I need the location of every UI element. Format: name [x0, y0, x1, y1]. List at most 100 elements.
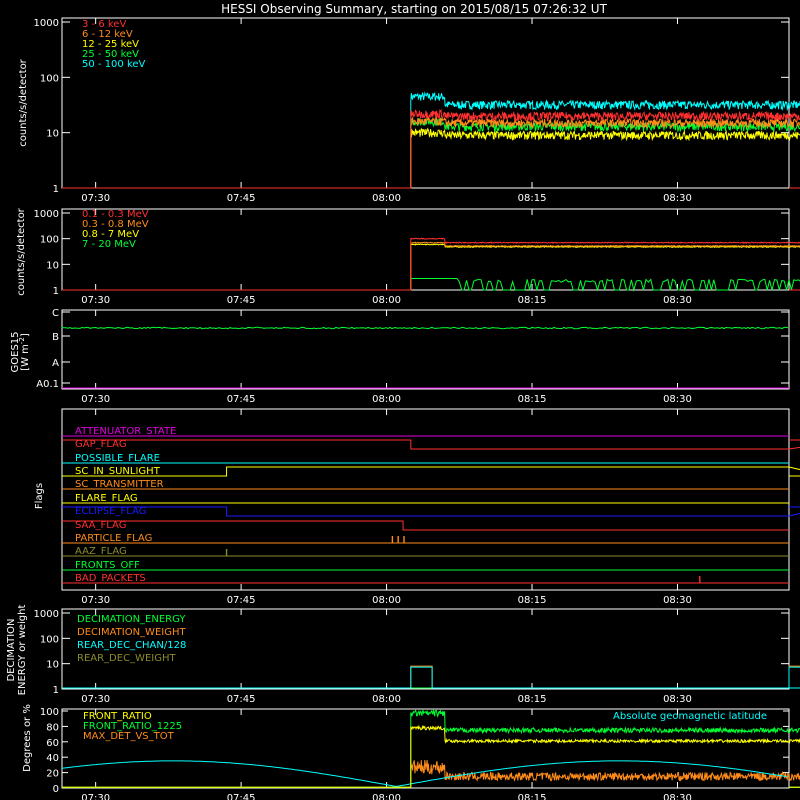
panel-5: 07:30 07:45 08:00 08:15 08:30 1 10 100 1000 DECIM…	[34, 608, 800, 705]
y-tick-label: 60	[46, 738, 59, 749]
y-tick-label: 1	[53, 685, 59, 696]
y-tick-label: 10	[46, 260, 59, 271]
x-tick-label: 08:15	[518, 394, 547, 405]
series-line	[62, 666, 800, 689]
flag-label: ECLIPSE_FLAG	[75, 506, 146, 517]
x-tick-label: 08:15	[518, 193, 547, 204]
x-tick-label: 08:15	[518, 595, 547, 606]
panel-1: 07:30 07:45 08:00 08:15 08:301101001000 3 - 6…	[34, 17, 800, 204]
hessi-summary-plot: HESSI Observing Summary, starting on 201…	[6, 2, 800, 800]
x-tick-label: 08:30	[663, 694, 692, 705]
legend-entry: REAR_DEC_CHAN/128	[77, 640, 186, 651]
y-tick-label: A	[52, 358, 59, 369]
flag-line	[62, 520, 789, 531]
panels: 07:30 07:45 08:00 08:15 08:301101001000 3 - 6…	[34, 17, 800, 800]
panel-2: 07:30 07:45 08:00 08:15 08:301101001000 0.1 -…	[34, 208, 800, 306]
y-tick-label: 10	[46, 129, 59, 140]
legend-entry: MAX_DET_VS_TOT	[83, 731, 175, 742]
flag-label: PARTICLE_FLAG	[75, 533, 152, 544]
panel3-ylabel-c-text: -2	[18, 337, 26, 344]
flag-label: FRONTS_OFF	[75, 560, 140, 571]
x-tick-label: 08:15	[518, 694, 547, 705]
legend-entry: REAR_DEC_WEIGHT	[77, 653, 176, 664]
y-tick-label: 100	[40, 634, 59, 645]
y-tick-label: 20	[46, 769, 59, 780]
flag-line	[62, 439, 800, 450]
series-line	[62, 665, 800, 689]
y-tick-label: A0.1	[36, 379, 59, 390]
x-tick-label: 08:15	[518, 295, 547, 306]
series-line	[62, 241, 800, 291]
flag-label: SAA_FLAG	[75, 520, 126, 531]
panel6-ylabel: Degrees or %	[22, 704, 33, 772]
flag-label: AAZ_FLAG	[75, 546, 127, 557]
y-tick-label: 40	[46, 753, 59, 764]
x-tick-label: 07:45	[227, 295, 256, 306]
x-tick-label: 07:30	[81, 394, 110, 405]
x-tick-label: 08:30	[663, 394, 692, 405]
x-tick-label: 08:00	[372, 694, 401, 705]
y-tick-label: 1000	[34, 18, 59, 29]
series-line	[62, 91, 800, 189]
panel-3: 07:30 07:45 08:00 08:15 08:30 A0.1 A B C	[36, 308, 790, 405]
y-tick-label: 100	[40, 235, 59, 246]
x-tick-label: 08:00	[372, 394, 401, 405]
panel2-ylabel: counts/s/detector	[16, 207, 27, 295]
x-tick-label: 07:45	[227, 793, 256, 800]
plot-title: HESSI Observing Summary, starting on 201…	[221, 2, 607, 16]
legend-entry: DECIMATION_WEIGHT	[77, 627, 186, 638]
x-tick-label: 07:30	[81, 295, 110, 306]
panel5-ylabel-a: DECIMATION	[6, 618, 17, 681]
x-tick-label: 07:45	[227, 595, 256, 606]
flag-line	[62, 506, 800, 517]
y-tick-label: 100	[40, 73, 59, 84]
x-tick-label: 07:45	[227, 394, 256, 405]
y-tick-label: B	[52, 332, 59, 343]
x-tick-label: 07:30	[81, 793, 110, 800]
panel-6: 07:30 07:45 08:00 08:15 08:30020406080100 FRO…	[40, 707, 800, 800]
x-tick-label: 08:30	[663, 595, 692, 606]
series-line	[62, 243, 800, 291]
panel5-ylabel-b: ENERGY or weight	[17, 605, 28, 696]
series-line	[62, 127, 800, 189]
y-axis-labels: counts/s/detector counts/s/detector GOES…	[6, 58, 45, 772]
x-tick-label: 08:00	[372, 193, 401, 204]
y-tick-label: 100	[40, 707, 59, 718]
panel4-ylabel: Flags	[34, 483, 45, 509]
panel-3-frame	[61, 309, 790, 390]
y-tick-label: C	[52, 308, 59, 319]
flag-label: FLARE_FLAG	[75, 493, 138, 504]
legend-entry: DECIMATION_ENERGY	[77, 614, 186, 625]
y-tick-label: 0	[53, 784, 59, 795]
legend-entry: 7 - 20 MeV	[82, 239, 136, 250]
panel3-ylabel-d-text: ]	[20, 333, 31, 337]
x-tick-label: 07:45	[227, 193, 256, 204]
y-tick-label: 1000	[34, 209, 59, 220]
flag-label: GAP_FLAG	[75, 439, 127, 450]
y-tick-label: 10	[46, 660, 59, 671]
x-tick-label: 07:30	[81, 193, 110, 204]
flag-label: BAD_PACKETS	[75, 573, 146, 584]
legend-entry: 50 - 100 keV	[82, 59, 146, 70]
series-line	[62, 116, 800, 189]
series-line	[62, 278, 800, 292]
flag-label: SC_TRANSMITTER	[75, 479, 164, 490]
x-tick-label: 07:45	[227, 694, 256, 705]
x-tick-label: 08:30	[663, 793, 692, 800]
flag-line	[62, 466, 800, 477]
y-tick-label: 1000	[34, 609, 59, 620]
panel3-ylabel-b-text: [W m	[20, 344, 31, 371]
x-tick-label: 07:30	[81, 694, 110, 705]
flag-label: ATTENUATOR_STATE	[75, 426, 176, 437]
x-tick-label: 08:15	[518, 793, 547, 800]
y-tick-label: 1	[53, 184, 59, 195]
x-tick-label: 08:00	[372, 793, 401, 800]
flag-label: POSSIBLE_FLARE	[75, 453, 160, 464]
x-tick-label: 08:30	[663, 295, 692, 306]
y-tick-label: 80	[46, 722, 59, 733]
x-tick-label: 08:00	[372, 295, 401, 306]
panel-2-frame	[61, 208, 790, 291]
x-tick-label: 07:30	[81, 595, 110, 606]
panel3-ylabel-b: [W m-2]	[18, 333, 31, 371]
flag-label: SC_IN_SUNLIGHT	[75, 466, 161, 477]
